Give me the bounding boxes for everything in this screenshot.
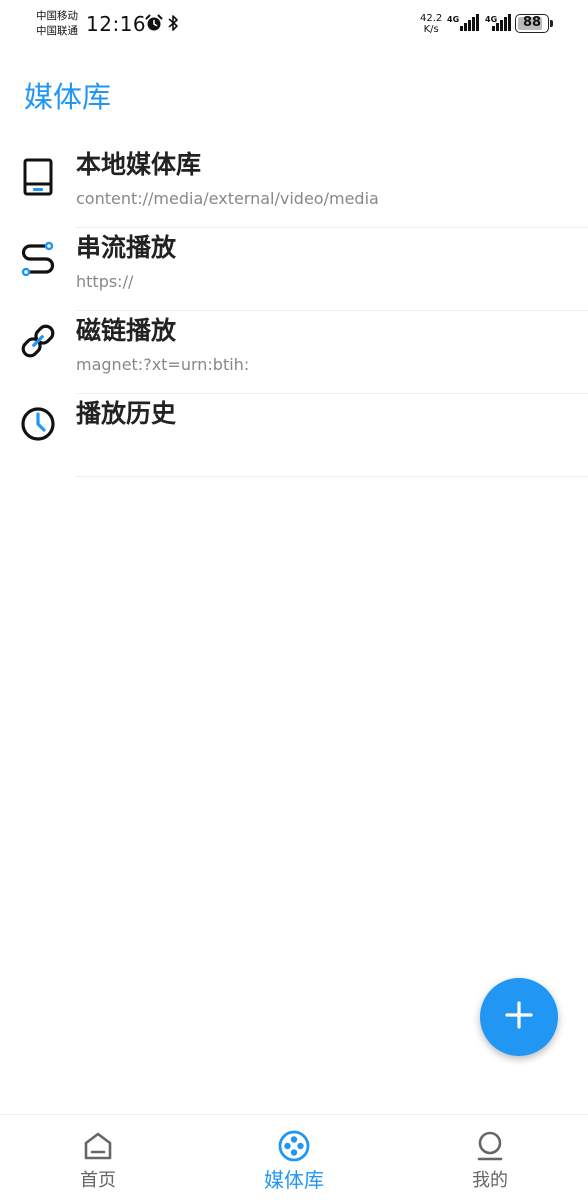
list-item-stream-play[interactable]: 串流播放 https:// <box>0 228 588 311</box>
add-button[interactable] <box>480 978 558 1056</box>
list-item-magnet-play[interactable]: 磁链播放 magnet:?xt=urn:btih: <box>0 311 588 394</box>
list-item-play-history[interactable]: 播放历史 <box>0 394 588 477</box>
item-title: 本地媒体库 <box>76 145 201 181</box>
nav-item-mine[interactable]: 我的 <box>392 1115 588 1200</box>
profile-icon <box>470 1129 510 1163</box>
item-title: 串流播放 <box>76 228 176 264</box>
film-reel-icon <box>274 1129 314 1163</box>
carrier-2: 中国联通 <box>36 24 78 39</box>
item-subtitle: https:// <box>76 272 133 291</box>
network-speed: 42.2 K/s <box>420 13 442 35</box>
network-speed-value: 42.2 <box>420 13 442 24</box>
nav-label-home: 首页 <box>0 1166 196 1192</box>
divider <box>76 476 588 477</box>
item-title: 磁链播放 <box>76 311 176 347</box>
home-icon <box>78 1129 118 1163</box>
battery-percentage: 88 <box>516 15 548 32</box>
clock-icon <box>18 404 58 444</box>
carrier-1: 中国移动 <box>36 9 78 24</box>
carrier-names: 中国移动 中国联通 <box>36 9 78 39</box>
network-type-1: 4G <box>447 15 459 24</box>
item-title: 播放历史 <box>76 394 176 430</box>
battery-icon: 88 <box>515 14 549 33</box>
signal-icon-2 <box>492 14 511 31</box>
nav-label-media-library: 媒体库 <box>196 1164 392 1193</box>
link-icon <box>18 321 58 361</box>
bluetooth-icon <box>167 14 180 36</box>
status-time: 12:16 <box>86 12 146 36</box>
signal-icon <box>460 14 479 31</box>
item-subtitle: content://media/external/video/media <box>76 189 379 208</box>
page-title: 媒体库 <box>24 74 111 116</box>
battery-tip <box>550 20 553 27</box>
nav-label-mine: 我的 <box>392 1166 588 1192</box>
nav-item-home[interactable]: 首页 <box>0 1115 196 1200</box>
tablet-icon <box>18 157 58 197</box>
alarm-icon <box>145 14 163 36</box>
stream-icon <box>18 238 58 278</box>
network-speed-unit: K/s <box>420 24 442 35</box>
status-bar: 中国移动 中国联通 12:16 42.2 K/s 4G 4G <box>0 0 588 52</box>
nav-item-media-library[interactable]: 媒体库 <box>196 1115 392 1200</box>
list-item-local-library[interactable]: 本地媒体库 content://media/external/video/med… <box>0 145 588 228</box>
app-screen: 中国移动 中国联通 12:16 42.2 K/s 4G 4G <box>0 0 588 1200</box>
plus-icon <box>504 1000 534 1034</box>
bottom-nav: 首页 媒体库 我的 <box>0 1114 588 1200</box>
item-subtitle: magnet:?xt=urn:btih: <box>76 355 249 374</box>
